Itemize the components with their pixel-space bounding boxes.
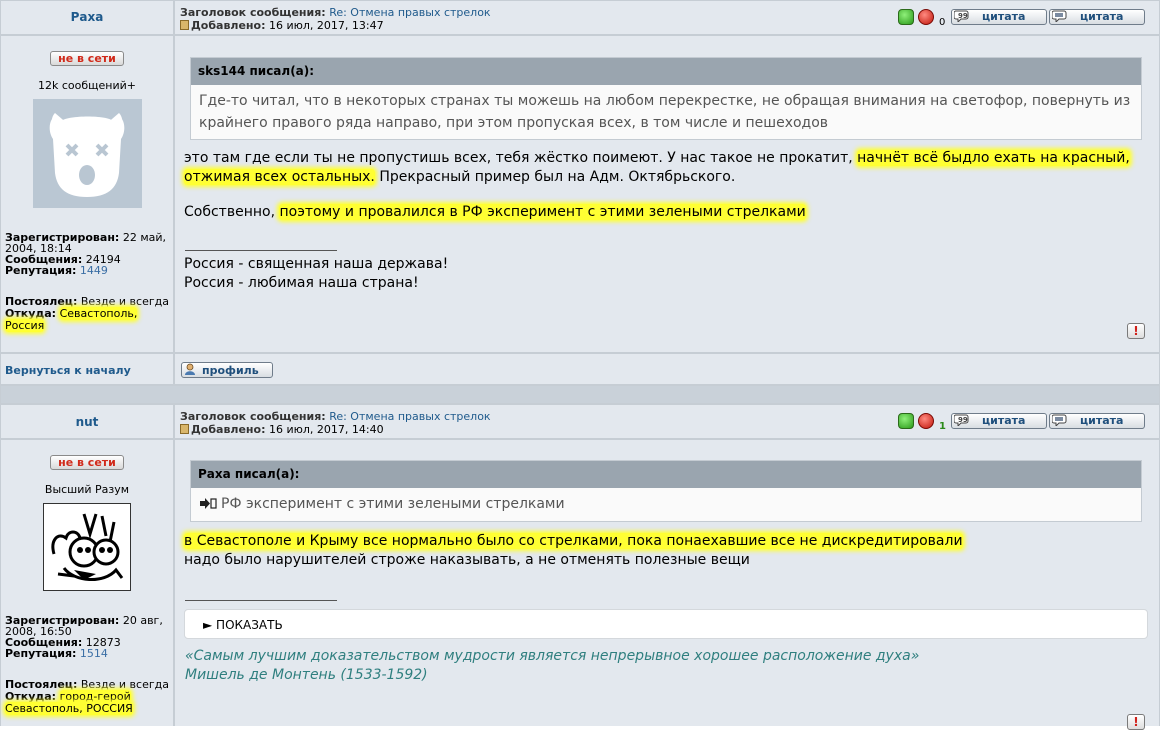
post2-from-country: Севастополь, РОССИЯ — [5, 702, 133, 715]
post1-user-stats: Зарегистрирован: 22 май, 2004, 18:14 Соо… — [5, 232, 170, 276]
svg-text:99: 99 — [958, 12, 968, 20]
quote-selected-icon — [1051, 10, 1072, 26]
post1-rank: 12k сообщений+ — [38, 79, 136, 92]
post2-report-icon[interactable]: ! — [1127, 714, 1145, 730]
signature-line: «Самым лучшим доказательством мудрости я… — [185, 648, 920, 664]
message-text: надо было нарушителей строже наказывать,… — [184, 552, 750, 568]
quote-icon: 99 — [953, 10, 974, 26]
vote-down-icon[interactable] — [918, 9, 934, 25]
post1-vote-count: 0 — [939, 17, 946, 28]
profile-icon — [184, 363, 200, 379]
quote-line: крайнего правого ряда направо, при этом … — [199, 115, 829, 131]
forum-thread: Раха Заголовок сообщения: Re: Отмена пра… — [0, 0, 1160, 730]
message-text: это там где если ты не пропустишь всех, … — [184, 150, 858, 166]
quote-line[interactable]: РФ эксперимент с этими зелеными стрелкам… — [221, 496, 565, 512]
post1-status-badge: не в сети — [50, 51, 124, 66]
subject-label: Заголовок сообщения: — [180, 410, 326, 423]
vote-down-icon[interactable] — [918, 413, 934, 429]
post2-message: в Севастополе и Крыму все нормально было… — [184, 532, 1154, 570]
post2-spoiler-toggle[interactable]: ► ПОКАЗАТЬ — [184, 609, 1148, 639]
post1-profile-button[interactable]: профиль — [181, 362, 273, 378]
highlighted-text: начнёт всё быдло ехать на красный, — [857, 150, 1130, 166]
post2-signature-quote: «Самым лучшим доказательством мудрости я… — [185, 647, 919, 685]
post2-date: 16 июл, 2017, 14:40 — [269, 423, 384, 436]
quote-source-arrow-icon[interactable] — [199, 494, 217, 516]
post1-quote-selected-button[interactable]: цитата — [1049, 9, 1145, 25]
post1-registered: 22 май, — [122, 231, 167, 244]
reputation-label: Репутация: — [5, 647, 77, 660]
post1-subject-line: Заголовок сообщения: Re: Отмена правых с… — [180, 6, 491, 19]
post2-registered: 20 авг, — [122, 614, 163, 627]
post2-vote-count: 1 — [939, 421, 946, 432]
post2-quote-selected-button[interactable]: цитата — [1049, 413, 1145, 429]
quote-button-label: цитата — [982, 414, 1026, 427]
post2-date-line: Добавлено: 16 июл, 2017, 14:40 — [180, 423, 384, 436]
post1-message-2: Собственно, поэтому и провалился в РФ эк… — [184, 203, 1154, 222]
post1-author-name[interactable]: Раха — [1, 10, 173, 24]
post2-rank: Высший Разум — [44, 483, 130, 496]
post1-from-country: Россия — [5, 319, 45, 332]
quote-line: Где-то читал, что в некоторых странах ты… — [199, 93, 1131, 109]
post1-date-line: Добавлено: 16 июл, 2017, 13:47 — [180, 19, 384, 32]
highlighted-text: в Севастополе и Крыму все нормально было… — [184, 533, 963, 549]
signature-divider — [185, 250, 337, 251]
quote-button-label: цитата — [982, 10, 1026, 23]
quote-icon: 99 — [953, 414, 974, 430]
added-label: Добавлено: — [191, 19, 266, 32]
post2-quote-author: Раха писал(а): — [191, 461, 1141, 488]
profile-button-label: профиль — [202, 364, 259, 377]
post1-signature: Россия - священная наша держава! Россия … — [184, 255, 1154, 293]
highlighted-text: отжимая всех остальных. — [184, 169, 375, 185]
svg-text:99: 99 — [958, 416, 968, 424]
reputation-label: Репутация: — [5, 264, 77, 277]
post2-subject-link[interactable]: Re: Отмена правых стрелок — [329, 410, 490, 423]
post1-date: 16 июл, 2017, 13:47 — [269, 19, 384, 32]
post1-quote-block: sks144 писал(а): Где-то читал, что в нек… — [190, 57, 1142, 140]
post-icon — [180, 424, 189, 434]
post-icon — [180, 20, 189, 30]
vote-up-icon[interactable] — [898, 9, 914, 25]
quote-button-label: цитата — [1080, 10, 1124, 23]
post1-quote-text: Где-то читал, что в некоторых странах ты… — [191, 85, 1141, 139]
post1-user-location: Постоялец: Везде и всегда Откуда: Севаст… — [5, 296, 170, 332]
post2-quote-block: Раха писал(а): РФ эксперимент с этими зе… — [190, 460, 1142, 522]
post2-user-stats: Зарегистрирован: 20 авг, 2008, 16:50 Соо… — [5, 615, 170, 659]
added-label: Добавлено: — [191, 423, 266, 436]
avatar-cats-icon — [44, 504, 130, 590]
post2-reputation[interactable]: 1514 — [80, 647, 108, 660]
signature-divider — [185, 600, 337, 601]
signature-line: Мишель де Монтень (1533-1592) — [185, 667, 428, 683]
post2-quote-text: РФ эксперимент с этими зелеными стрелкам… — [191, 488, 1141, 521]
post2-subject-line: Заголовок сообщения: Re: Отмена правых с… — [180, 410, 491, 423]
post-separator — [1, 386, 1159, 403]
signature-line: Россия - любимая наша страна! — [184, 275, 419, 291]
post2-user-location: Постоялец: Везде и всегда Откуда: город-… — [5, 679, 170, 715]
highlighted-text: поэтому и провалился в РФ эксперимент с … — [279, 204, 806, 220]
post1-footer-right — [175, 354, 1159, 384]
quote-button-label: цитата — [1080, 414, 1124, 427]
vote-up-icon[interactable] — [898, 413, 914, 429]
post1-subject-link[interactable]: Re: Отмена правых стрелок — [329, 6, 490, 19]
quote-selected-icon — [1051, 414, 1072, 430]
post2-author-name[interactable]: nut — [1, 415, 173, 429]
post2-status-badge: не в сети — [50, 455, 124, 470]
message-text: Прекрасный пример был на Адм. Октябрьско… — [374, 169, 736, 185]
post1-from: Севастополь, — [59, 307, 138, 320]
post1-avatar — [33, 99, 142, 208]
post2-quote-button[interactable]: 99 цитата — [951, 413, 1047, 429]
back-to-top-link[interactable]: Вернуться к началу — [5, 364, 131, 377]
post1-quote-author: sks144 писал(а): — [191, 58, 1141, 85]
avatar-dog-icon — [33, 99, 142, 208]
message-text: Собственно, — [184, 204, 280, 220]
post2-avatar — [43, 503, 131, 591]
post1-message: это там где если ты не пропустишь всех, … — [184, 149, 1154, 187]
subject-label: Заголовок сообщения: — [180, 6, 326, 19]
post1-quote-button[interactable]: 99 цитата — [951, 9, 1047, 25]
signature-line: Россия - священная наша держава! — [184, 256, 449, 272]
post1-reputation[interactable]: 1449 — [80, 264, 108, 277]
post1-report-icon[interactable]: ! — [1127, 323, 1145, 339]
